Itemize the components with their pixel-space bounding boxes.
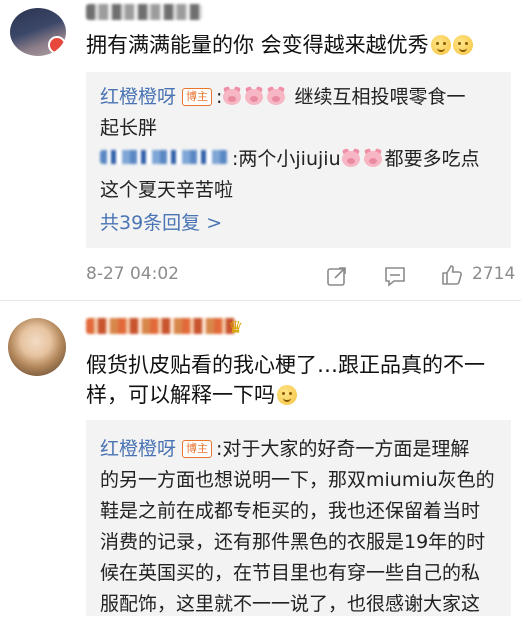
comment-body: 假货扒皮贴看的我心梗了…跟正品真的不一 [86, 353, 485, 377]
reply-item[interactable]: :两个小jiujiu 都要多吃点 [232, 144, 480, 175]
comment-body: 样，可以解释一下吗 [86, 383, 275, 407]
reply-text: 的另一方面也想说明一下，那双miumiu灰色的 [100, 469, 495, 491]
crown-icon: ♛ [228, 318, 244, 338]
like-count: 2714 [472, 264, 516, 284]
pig-emoji-icon [341, 148, 361, 168]
reply-item[interactable]: 红橙橙呀 博主: 继续互相投喂零食一 起长胖 [100, 82, 505, 144]
smile-emoji-icon [430, 35, 451, 55]
author-tag: 博主 [182, 440, 213, 458]
reply-text: 继续互相投喂零食一 [294, 86, 466, 108]
comment-text: 假货扒皮贴看的我心梗了…跟正品真的不一 样，可以解释一下吗 [86, 350, 516, 410]
reply-item[interactable]: 红橙橙呀 博主:对于大家的好奇一方面是理解 的另一方面也想说明一下，那双miumi… [100, 434, 510, 620]
share-icon[interactable] [326, 265, 348, 287]
reply-text: 服配饰，这里就不一一说了，也很感谢大家这 [100, 593, 481, 615]
reply-username-blurred[interactable] [100, 150, 228, 164]
like-icon[interactable] [440, 263, 464, 287]
smile-emoji-icon [452, 35, 473, 55]
commenter-name-blurred[interactable] [86, 4, 202, 20]
reply-text: 这个夏天辛苦啦 [100, 179, 234, 201]
reply-username[interactable]: 红橙橙呀 [100, 86, 176, 108]
pig-emoji-icon [222, 86, 242, 106]
pig-emoji-icon [266, 86, 286, 106]
smile-emoji-icon [277, 385, 297, 405]
divider [0, 300, 521, 301]
pig-emoji-icon [244, 86, 264, 106]
reply-text: 对于大家的好奇一方面是理解 [222, 438, 470, 460]
reply-text: 鞋是之前在成都专柜买的，我也还保留着当时 [100, 500, 481, 522]
comment-icon[interactable] [384, 265, 406, 287]
reply-text: 都要多吃点 [384, 148, 480, 170]
commenter-avatar[interactable] [8, 318, 66, 376]
location-badge-icon [48, 36, 66, 54]
reply-text: 候在英国买的，在节目里也有穿一些自己的私 [100, 562, 481, 584]
author-tag: 博主 [182, 88, 213, 106]
reply-text: 两个小jiujiu [238, 148, 341, 170]
more-replies-link[interactable]: 共39条回复 > [100, 208, 222, 235]
reply-text: 消费的记录，还有那件黑色的衣服是19年的时 [100, 531, 486, 553]
reply-text-line: 这个夏天辛苦啦 [100, 175, 233, 206]
reply-username[interactable]: 红橙橙呀 [100, 438, 176, 460]
commenter-name-blurred[interactable] [86, 318, 236, 334]
comment-body: 拥有满满能量的你 会变得越来越优秀 [86, 33, 429, 57]
commenter-avatar[interactable] [10, 8, 66, 56]
comment-text: 拥有满满能量的你 会变得越来越优秀 [86, 30, 473, 60]
reply-text: 起长胖 [100, 117, 158, 139]
comment-time: 8-27 04:02 [86, 264, 179, 284]
pig-emoji-icon [363, 148, 383, 168]
